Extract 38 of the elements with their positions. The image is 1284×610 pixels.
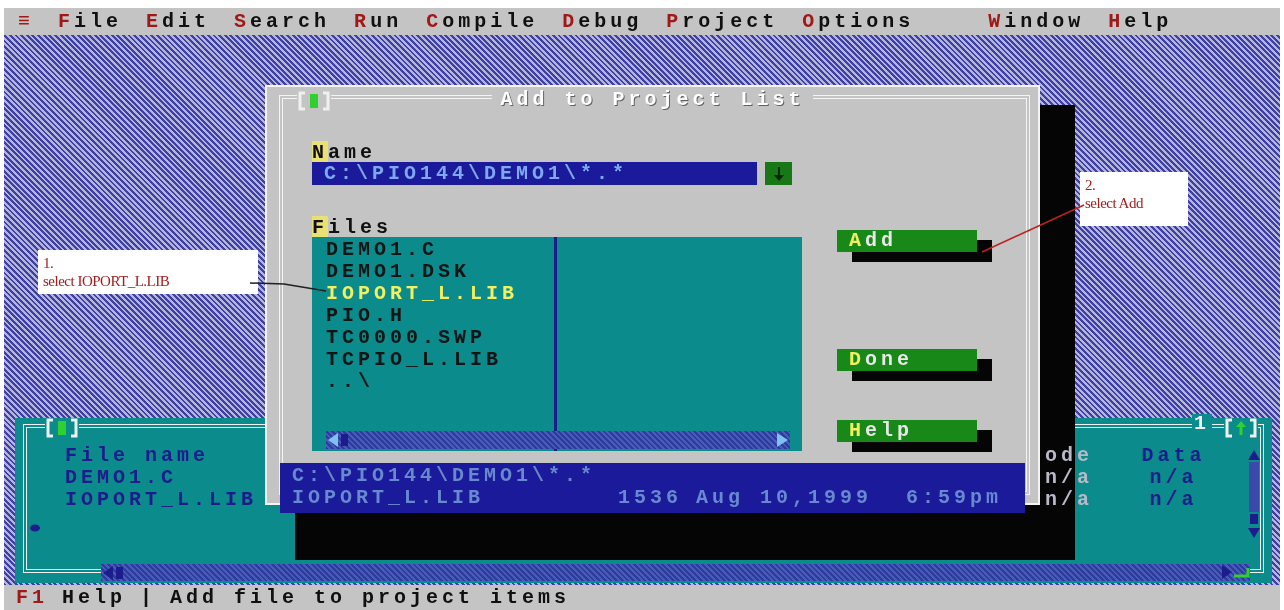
file-time-text: 6:59pm [906, 487, 1002, 509]
table-cell-text: n/a [1148, 489, 1199, 511]
status-message: Add file to project items [170, 586, 571, 609]
menu-item[interactable]: ≡ [18, 10, 48, 33]
table-cell-text: n/a [1148, 467, 1199, 489]
name-field[interactable]: C:\PIO144\DEMO1\*.* [312, 162, 757, 185]
shortcut-label: Help [62, 586, 127, 609]
menu-item[interactable]: Debug [562, 10, 657, 33]
list-item[interactable]: ..\ [326, 371, 554, 393]
menu-item[interactable]: Search [234, 10, 345, 33]
list-item[interactable]: DEMO1.DSK [326, 261, 554, 283]
list-item[interactable]: PIO.H [326, 305, 554, 327]
menu-item[interactable]: Compile [426, 10, 553, 33]
shortcut-key: F1 [16, 586, 48, 609]
dialog-title: Add to Project List [492, 89, 813, 111]
column-header: File name [65, 445, 210, 467]
file-date-text: Aug 10,1999 [696, 487, 874, 509]
dialog-button[interactable]: Add [837, 230, 977, 252]
file-name-text: IOPORT_L.LIB [292, 487, 486, 509]
menu-item[interactable]: Run [354, 10, 417, 33]
menu-item[interactable]: Options [802, 10, 929, 33]
dialog-button[interactable]: Done [837, 349, 977, 371]
column-header: Data [1140, 445, 1207, 467]
list-item[interactable]: TC0000.SWP [326, 327, 554, 349]
separator-text: | [140, 586, 157, 609]
list-item[interactable]: IOPORT_L.LIB [326, 283, 554, 305]
table-cell: IOPORT_L.LIB [65, 489, 258, 511]
menu-item[interactable]: Edit [146, 10, 225, 33]
list-item[interactable]: DEMO1.C [326, 239, 554, 261]
callout-text: select IOPORT_L.LIB [43, 272, 171, 290]
path-text: C:\PIO144\DEMO1\*.* [292, 465, 598, 487]
file-size-text: 1536 [617, 487, 682, 509]
table-cell: DEMO1.C [65, 467, 177, 489]
callout-number: 2. [1085, 176, 1097, 194]
callout-text: select Add [1085, 194, 1145, 212]
list-item[interactable]: TCPIO_L.LIB [326, 349, 554, 371]
callout-number: 1. [43, 254, 55, 272]
menu-item[interactable]: Window [988, 10, 1099, 33]
